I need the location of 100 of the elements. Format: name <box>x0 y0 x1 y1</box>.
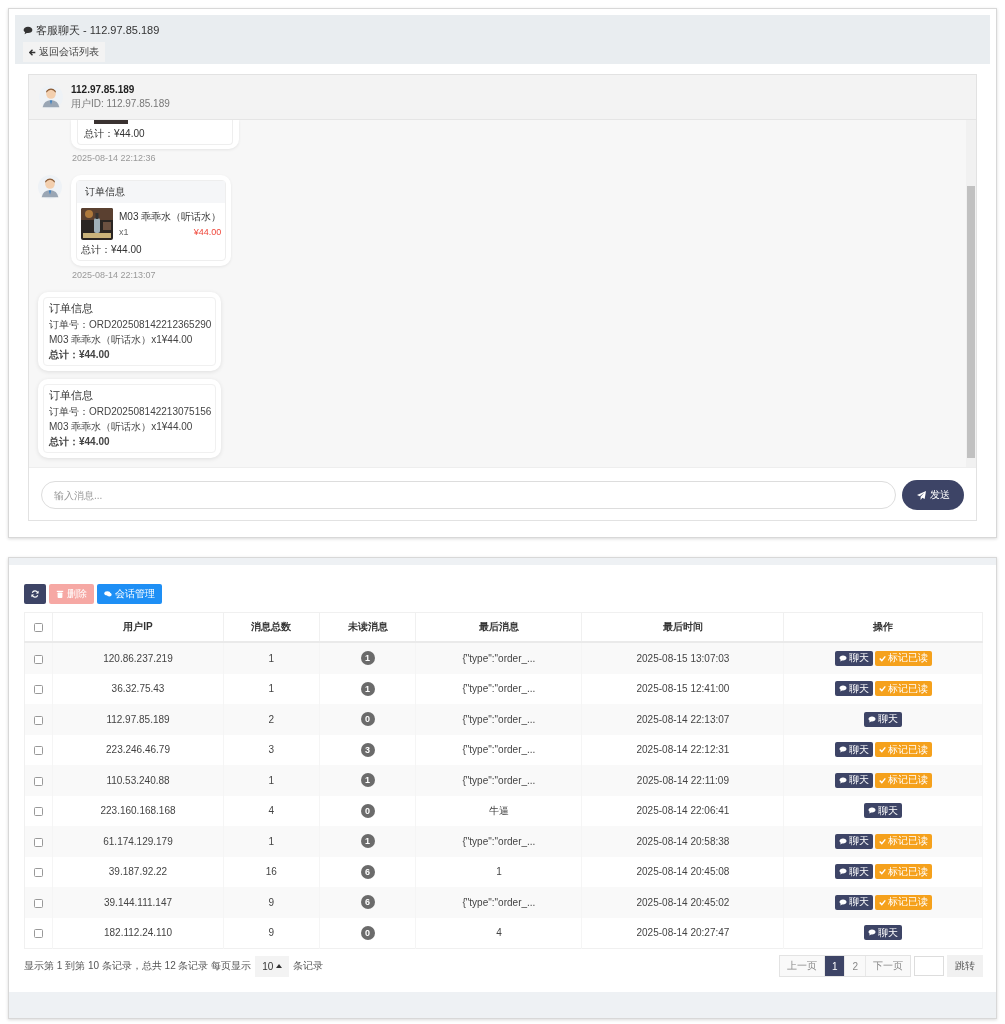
jump-button[interactable]: 跳转 <box>947 955 983 977</box>
checkbox[interactable] <box>34 685 44 695</box>
speech-bubble-icon <box>868 807 877 815</box>
speech-bubble-icon <box>23 26 33 35</box>
page-input[interactable] <box>914 956 944 976</box>
checkbox[interactable] <box>34 868 44 878</box>
table-cell: 2025-08-14 20:27:47 <box>582 917 784 949</box>
arrow-left-icon <box>29 48 36 56</box>
table-cell: 2025-08-14 20:58:38 <box>582 826 784 857</box>
chat-button[interactable]: 聊天 <box>864 711 903 727</box>
product-price: ¥44.00 <box>193 227 222 237</box>
page-button[interactable]: 1 <box>824 956 846 976</box>
table-cell: {"type":"order_... <box>415 642 582 674</box>
back-button[interactable]: 返回会话列表 <box>23 42 105 62</box>
order-number: 订单号：ORD202508142212365290 <box>49 318 212 332</box>
check-icon <box>878 868 886 876</box>
message-time: 2025-08-14 22:12:36 <box>72 153 157 163</box>
chat-button[interactable]: 聊天 <box>834 833 873 849</box>
checkbox[interactable] <box>34 929 44 939</box>
message-input[interactable]: 输入消息... <box>41 481 896 509</box>
chat-button[interactable]: 聊天 <box>834 894 873 910</box>
scrollbar[interactable] <box>966 120 976 467</box>
check-icon <box>878 685 886 693</box>
unread-badge: 1 <box>360 834 375 849</box>
pagination-info: 条记录 <box>293 959 324 973</box>
order-total: 总计：¥44.00 <box>84 127 146 141</box>
unread-badge: 0 <box>360 712 375 727</box>
speech-bubble-icon <box>838 685 847 693</box>
chat-button[interactable]: 聊天 <box>834 681 873 697</box>
paper-plane-icon <box>916 490 926 500</box>
checkbox[interactable] <box>34 623 44 633</box>
speech-bubbles-icon <box>104 590 112 598</box>
checkbox[interactable] <box>34 654 44 664</box>
speech-bubble-icon <box>838 837 847 845</box>
panel-title: 客服聊天 - 112.97.85.189 <box>36 23 160 38</box>
order-total: 总计：¥44.00 <box>49 348 111 362</box>
checkbox[interactable] <box>34 807 44 817</box>
speech-bubble-icon <box>838 868 847 876</box>
speech-bubble-icon <box>868 929 877 937</box>
check-icon <box>878 654 886 662</box>
table-cell: 9 <box>223 887 320 918</box>
table-cell: 2025-08-14 22:11:09 <box>582 765 784 796</box>
checkbox[interactable] <box>34 776 44 786</box>
checkbox[interactable] <box>34 715 44 725</box>
order-item: M03 乖乖水（听话水）x1¥44.00 <box>49 333 194 347</box>
caret-icon <box>276 964 283 968</box>
checkbox[interactable] <box>34 837 44 847</box>
card-title: 订单信息 <box>49 301 94 316</box>
table-cell: 182.112.24.110 <box>52 917 224 949</box>
table-cell: 2025-08-14 20:45:02 <box>582 887 784 918</box>
unread-badge: 1 <box>360 681 375 696</box>
page-button[interactable]: 下一页 <box>866 956 910 976</box>
order-total: 总计：¥44.00 <box>80 243 143 257</box>
user-name: 112.97.85.189 <box>71 83 136 95</box>
chat-button[interactable]: 聊天 <box>834 650 873 666</box>
speech-bubble-icon <box>838 776 847 784</box>
unread-badge: 0 <box>360 925 375 940</box>
pagination-info: 显示第 1 到第 10 条记录，总共 12 条记录 每页显示 <box>24 959 252 973</box>
order-total: 总计：¥44.00 <box>49 435 111 449</box>
refresh-button[interactable] <box>24 584 46 604</box>
page-size-dropdown[interactable]: 10 <box>255 955 290 977</box>
check-icon <box>878 746 886 754</box>
table-cell: 1 <box>223 826 320 857</box>
table-cell: 1 <box>223 642 320 674</box>
check-icon <box>878 776 886 784</box>
page-button[interactable]: 上一页 <box>779 956 825 976</box>
table-cell: 112.97.85.189 <box>52 704 224 735</box>
speech-bubble-icon <box>868 715 877 723</box>
card-title: 订单信息 <box>49 388 94 403</box>
table-cell: {"type":"order_... <box>415 826 582 857</box>
unread-badge: 3 <box>360 742 375 757</box>
chat-button[interactable]: 聊天 <box>864 925 903 941</box>
send-button[interactable]: 发送 <box>902 480 964 510</box>
chat-button[interactable]: 聊天 <box>834 772 873 788</box>
user-id: 用户ID: 112.97.85.189 <box>71 96 170 111</box>
product-quantity: x1 <box>119 227 129 237</box>
unread-badge: 6 <box>360 895 375 910</box>
chat-button[interactable]: 聊天 <box>834 864 873 880</box>
speech-bubble-icon <box>838 746 847 754</box>
product-name: M03 乖乖水（听话水） <box>119 210 222 224</box>
chat-button[interactable]: 聊天 <box>864 803 903 819</box>
check-icon <box>878 898 886 906</box>
table-cell: 39.144.111.147 <box>52 887 224 918</box>
table-cell: 120.86.237.219 <box>52 642 224 674</box>
unread-badge: 6 <box>360 864 375 879</box>
table-cell: 9 <box>223 917 320 949</box>
checkbox[interactable] <box>34 898 44 908</box>
checkbox[interactable] <box>34 746 44 756</box>
unread-badge: 0 <box>360 803 375 818</box>
trash-icon <box>56 590 64 598</box>
chat-button[interactable]: 聊天 <box>834 742 873 758</box>
table-cell: {"type":"order_... <box>415 765 582 796</box>
check-icon <box>878 837 886 845</box>
order-item: M03 乖乖水（听话水）x1¥44.00 <box>49 420 194 434</box>
table-cell: 4 <box>415 917 582 949</box>
avatar-icon <box>38 175 62 199</box>
table-cell: 61.174.129.179 <box>52 826 224 857</box>
message-time: 2025-08-14 22:13:07 <box>72 270 157 280</box>
table-cell: {"type":"order_... <box>415 887 582 918</box>
page-button[interactable]: 2 <box>845 956 866 976</box>
